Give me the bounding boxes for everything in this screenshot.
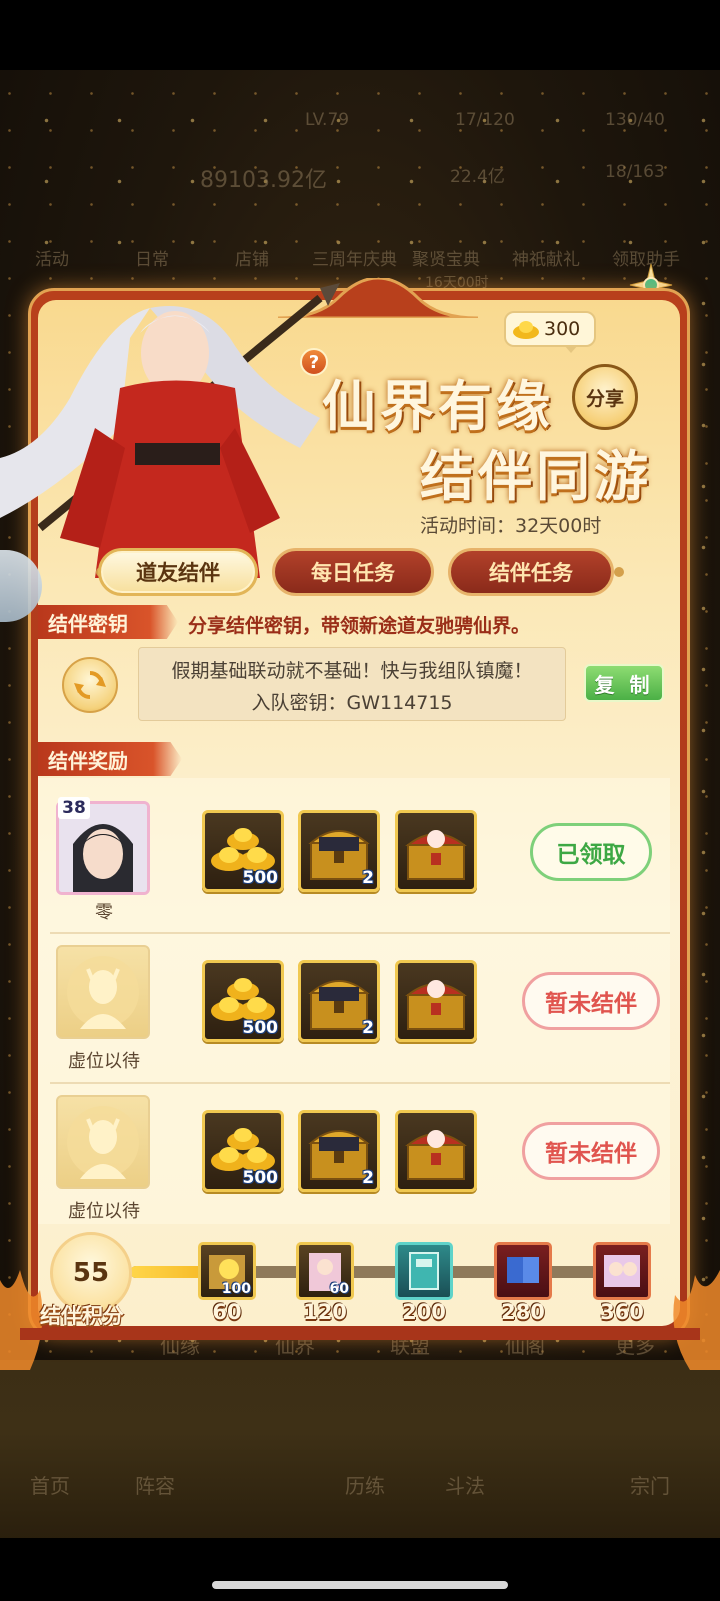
item-quantity: 2: [362, 868, 374, 888]
milestone-threshold: 360: [600, 1300, 644, 1324]
red-treasure-chest-icon: [405, 830, 467, 880]
bg-icon-label: 活动: [35, 250, 69, 270]
item-quantity: 500: [242, 1018, 279, 1038]
copy-button[interactable]: 复 制: [584, 664, 664, 702]
bg-icon-label: 三周年庆典: [312, 250, 397, 270]
bg-nav-label: 历练: [345, 1474, 385, 1498]
bg-stat: 18/163: [605, 162, 665, 182]
reward-gold-ingots[interactable]: 500: [202, 1110, 284, 1192]
book-icon: [409, 1252, 439, 1290]
not-paired-button[interactable]: 暂未结伴: [522, 972, 660, 1030]
bg-nav-label: 斗法: [445, 1474, 485, 1498]
score-label: 结伴积分: [40, 1304, 124, 1328]
card-pack-icon: [507, 1257, 539, 1283]
share-button[interactable]: 分享: [572, 364, 638, 430]
reward-section-header: 结伴奖励: [38, 742, 182, 776]
bg-stat: 22.4亿: [450, 167, 505, 187]
bg-stat: 130/40: [605, 110, 665, 130]
bg-icon-label: 神祇献礼: [512, 250, 580, 270]
milestone-reward-360[interactable]: [593, 1242, 651, 1300]
status-bar: [0, 0, 720, 70]
gold-ingot-icon: [513, 321, 539, 339]
item-quantity: 500: [242, 1168, 279, 1188]
ingot-count: 300: [544, 318, 581, 340]
slot-name: 虚位以待: [68, 1201, 140, 1222]
tab-partner[interactable]: 道友结伴: [98, 548, 258, 596]
red-treasure-chest-icon: [405, 980, 467, 1030]
tab-daily-tasks[interactable]: 每日任务: [272, 548, 434, 596]
partner-level: 38: [58, 797, 90, 819]
key-section-header: 结伴密钥: [38, 605, 178, 639]
reward-chest-red[interactable]: [395, 960, 477, 1042]
empty-partner-slot[interactable]: [56, 945, 150, 1039]
bg-nav-label: 阵容: [135, 1474, 175, 1498]
character-pack-icon: [604, 1255, 640, 1287]
reward-chest-red[interactable]: [395, 810, 477, 892]
bg-stat: 89103.92亿: [200, 168, 327, 193]
reward-gold-ingots[interactable]: 500: [202, 810, 284, 892]
milestone-reward-200[interactable]: [395, 1242, 453, 1300]
bg-icon-label: 店铺: [235, 250, 269, 270]
bg-nav-label: 宗门: [630, 1474, 670, 1498]
milestone-reward-280[interactable]: [494, 1242, 552, 1300]
item-quantity: 500: [242, 868, 279, 888]
refresh-button[interactable]: [62, 657, 118, 713]
background-icon-row: 活动 日常 店铺 三周年庆典 聚贤宝典 神祇献礼 领取助手 16天00时: [0, 200, 720, 291]
event-title-line1: 仙界有缘: [322, 374, 554, 438]
milestone-reward-60[interactable]: 100: [198, 1242, 256, 1300]
bg-icon-label: 聚贤宝典: [412, 250, 480, 270]
claimed-button[interactable]: 已领取: [530, 823, 652, 881]
event-title-line2: 结伴同游: [420, 444, 652, 508]
slot-name: 虚位以待: [68, 1051, 140, 1072]
not-paired-button[interactable]: 暂未结伴: [522, 1122, 660, 1180]
reward-chest-dark[interactable]: 2: [298, 960, 380, 1042]
bg-icon-label: 日常: [135, 250, 169, 270]
bg-stat: 17/120: [455, 110, 515, 130]
key-section-description: 分享结伴密钥，带领新途道友驰骋仙界。: [188, 615, 531, 637]
tab-partner-tasks[interactable]: 结伴任务: [448, 548, 614, 596]
partner-name: 零: [95, 902, 113, 923]
empty-partner-slot[interactable]: [56, 1095, 150, 1189]
reward-chest-dark[interactable]: 2: [298, 1110, 380, 1192]
silhouette-icon: [67, 956, 139, 1029]
reward-chest-dark[interactable]: 2: [298, 810, 380, 892]
key-message: 假期基础联动就不基础！快与我组队镇魔！: [171, 660, 533, 682]
reward-chest-red[interactable]: [395, 1110, 477, 1192]
background-top-stats: LV.79 17/120 130/40 89103.92亿 22.4亿 18/1…: [0, 90, 720, 193]
refresh-icon: [74, 671, 106, 699]
milestone-threshold: 280: [501, 1300, 545, 1324]
ingot-balance: 300: [504, 311, 596, 353]
milestone-reward-120[interactable]: 60: [296, 1242, 354, 1300]
node-quantity: 60: [329, 1281, 349, 1297]
node-quantity: 100: [221, 1281, 251, 1297]
red-treasure-chest-icon: [405, 1130, 467, 1180]
item-quantity: 2: [362, 1168, 374, 1188]
home-indicator[interactable]: [212, 1581, 508, 1589]
partner-key-box: 假期基础联动就不基础！快与我组队镇魔！ 入队密钥：GW114715: [138, 647, 566, 721]
navigation-bar: [0, 1538, 720, 1601]
milestone-threshold: 120: [303, 1300, 347, 1324]
item-quantity: 2: [362, 1018, 374, 1038]
event-time: 活动时间：32天00时: [420, 515, 602, 537]
reward-gold-ingots[interactable]: 500: [202, 960, 284, 1042]
milestone-threshold: 60: [212, 1300, 242, 1324]
key-code: 入队密钥：GW114715: [251, 692, 453, 714]
silhouette-icon: [67, 1106, 139, 1179]
milestone-threshold: 200: [402, 1300, 446, 1324]
bg-level: LV.79: [305, 110, 350, 130]
bg-nav-label: 首页: [30, 1474, 70, 1498]
